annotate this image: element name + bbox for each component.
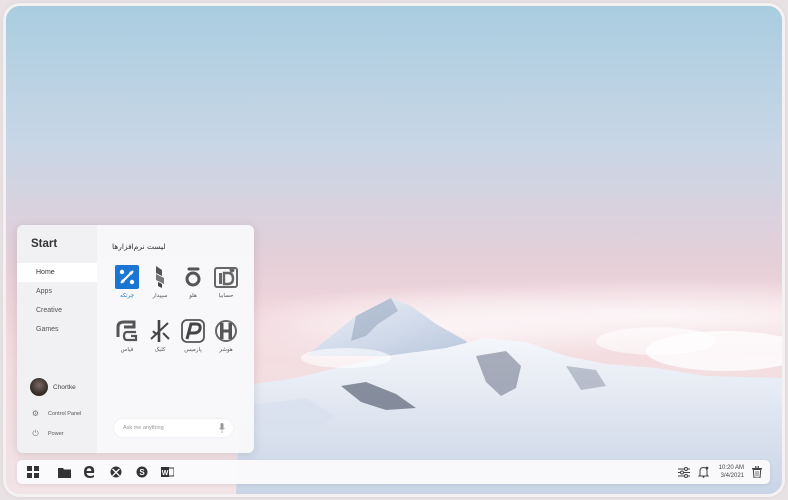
word-icon[interactable]: W <box>160 465 174 479</box>
ghias-icon <box>115 319 139 343</box>
control-panel-button[interactable]: ⚙ Control Panel <box>31 409 81 418</box>
start-menu-nav: Home Apps Creative Games <box>17 263 97 339</box>
hesabia-icon <box>214 265 238 289</box>
app-label: کلیک <box>154 347 166 353</box>
power-button[interactable]: ⏻ Power <box>31 429 64 438</box>
start-menu-title: Start <box>31 238 58 250</box>
settings-sliders-icon[interactable] <box>677 465 691 479</box>
power-label: Power <box>48 430 64 437</box>
app-label: پارمیس <box>184 347 202 353</box>
app-label: سپیدار <box>152 293 168 299</box>
notification-bell-icon[interactable] <box>696 465 710 479</box>
search-placeholder: Ask me anything <box>123 425 164 431</box>
clock[interactable]: 10:20 AM 3/4/2021 <box>719 464 744 480</box>
taskbar: S W 10:20 AM 3/4/2021 <box>17 460 770 484</box>
skype-icon[interactable]: S <box>135 465 149 479</box>
nav-item-creative[interactable]: Creative <box>17 301 97 320</box>
svg-text:W: W <box>161 470 168 477</box>
user-profile[interactable]: Chortke <box>30 378 76 396</box>
app-label: قیاس <box>120 347 134 353</box>
app-label: هلو <box>189 293 197 299</box>
sepidar-icon <box>148 265 172 289</box>
microphone-icon[interactable] <box>219 423 225 433</box>
nav-item-apps[interactable]: Apps <box>17 282 97 301</box>
clock-date: 3/4/2021 <box>720 473 744 479</box>
start-icon[interactable] <box>26 465 40 479</box>
nav-item-games[interactable]: Games <box>17 320 97 339</box>
avatar <box>30 378 48 396</box>
trash-icon[interactable] <box>750 465 764 479</box>
app-tile-ghias[interactable]: قیاس <box>110 319 144 353</box>
edge-icon[interactable] <box>82 465 96 479</box>
parmis-icon <box>181 319 205 343</box>
power-icon: ⏻ <box>32 429 39 438</box>
folder-icon[interactable] <box>57 465 71 479</box>
start-menu-sidebar: Start Home Apps Creative Games Chortke ⚙… <box>17 225 97 453</box>
control-panel-label: Control Panel <box>48 410 82 417</box>
xbox-icon[interactable] <box>109 465 123 479</box>
app-tile-sepidar[interactable]: سپیدار <box>143 265 177 299</box>
holoo-icon <box>181 265 205 289</box>
apps-list-title: لیست نرم‌افزارها <box>112 242 166 251</box>
app-label: حسابیا <box>218 293 234 299</box>
search-input[interactable]: Ask me anything <box>114 419 233 437</box>
start-menu: Start Home Apps Creative Games Chortke ⚙… <box>17 225 254 453</box>
nav-item-home[interactable]: Home <box>17 263 97 282</box>
svg-text:S: S <box>139 468 145 477</box>
chortke-icon <box>115 265 139 289</box>
app-tile-click[interactable]: کلیک <box>143 319 177 353</box>
hooshar-icon <box>214 319 238 343</box>
clock-time: 10:20 AM <box>718 465 744 471</box>
click-icon <box>148 319 172 343</box>
app-tile-chortke[interactable]: چرتکه <box>110 265 144 299</box>
app-label: چرتکه <box>120 293 134 299</box>
user-name: Chortke <box>53 383 76 391</box>
gear-icon: ⚙ <box>31 409 40 418</box>
app-tile-hooshar[interactable]: هوشر <box>209 319 243 353</box>
app-label: هوشر <box>219 347 233 353</box>
app-tile-hesabia[interactable]: حسابیا <box>209 265 243 299</box>
app-tile-holoo[interactable]: هلو <box>176 265 210 299</box>
app-tile-parmis[interactable]: پارمیس <box>176 319 210 353</box>
